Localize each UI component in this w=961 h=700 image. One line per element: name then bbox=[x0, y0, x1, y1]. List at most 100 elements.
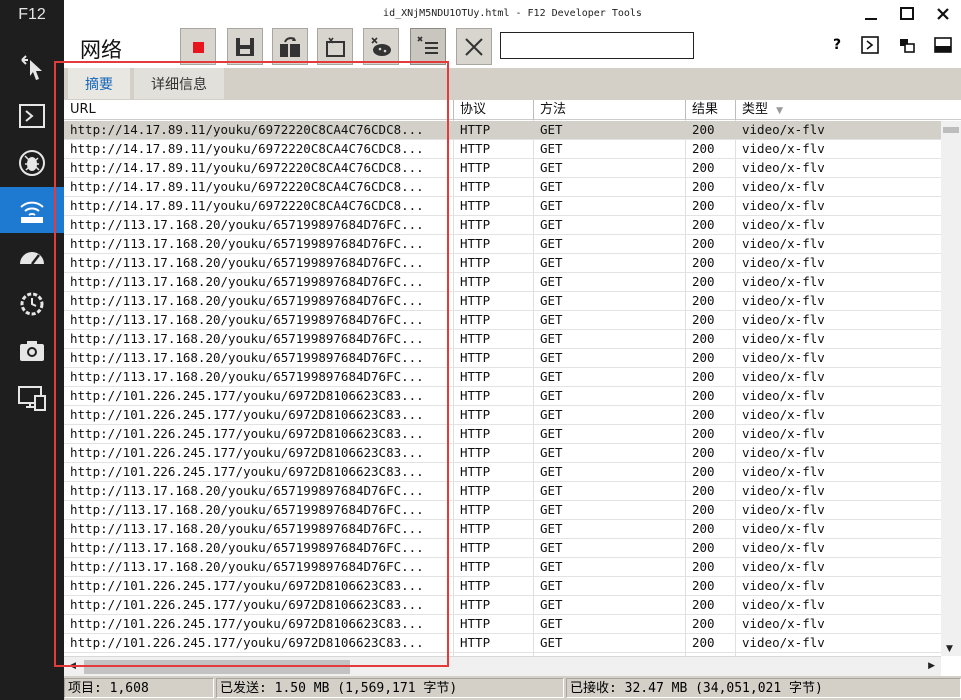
memory-tool[interactable] bbox=[0, 281, 64, 327]
table-row[interactable]: http://113.17.168.20/youku/657199897684D… bbox=[64, 368, 941, 387]
table-row[interactable]: http://113.17.168.20/youku/657199897684D… bbox=[64, 501, 941, 520]
table-row[interactable]: http://113.17.168.20/youku/657199897684D… bbox=[64, 254, 941, 273]
help-button[interactable]: ? bbox=[826, 34, 848, 56]
table-row[interactable]: http://113.17.168.20/youku/657199897684D… bbox=[64, 311, 941, 330]
cell-protocol: HTTP bbox=[460, 179, 491, 194]
column-header-type[interactable]: 类型 ▼ bbox=[736, 100, 941, 120]
cell-url: http://101.226.245.177/youku/6972D810662… bbox=[70, 407, 424, 422]
filter-input[interactable] bbox=[500, 32, 694, 59]
table-row[interactable]: http://113.17.168.20/youku/657199897684D… bbox=[64, 349, 941, 368]
table-row[interactable]: http://113.17.168.20/youku/657199897684D… bbox=[64, 330, 941, 349]
tab-summary[interactable]: 摘要 bbox=[68, 68, 130, 99]
table-row[interactable]: http://113.17.168.20/youku/657199897684D… bbox=[64, 292, 941, 311]
column-header-url[interactable]: URL bbox=[64, 100, 454, 120]
table-body: http://14.17.89.11/youku/6972220C8CA4C76… bbox=[64, 121, 941, 653]
minimize-button[interactable] bbox=[861, 4, 881, 24]
cell-result: 200 bbox=[692, 122, 715, 137]
cell-method: GET bbox=[540, 369, 563, 384]
horizontal-scroll-thumb[interactable] bbox=[84, 660, 350, 674]
tab-details[interactable]: 详细信息 bbox=[134, 68, 224, 99]
table-row[interactable]: http://101.226.245.177/youku/6972D810662… bbox=[64, 444, 941, 463]
cell-protocol: HTTP bbox=[460, 274, 491, 289]
scroll-right-arrow-icon[interactable]: ▶ bbox=[928, 661, 935, 671]
scroll-down-arrow-icon[interactable]: ▼ bbox=[946, 644, 953, 654]
table-row[interactable]: http://14.17.89.11/youku/6972220C8CA4C76… bbox=[64, 159, 941, 178]
table-row[interactable]: http://101.226.245.177/youku/6972D810662… bbox=[64, 425, 941, 444]
cell-result: 200 bbox=[692, 407, 715, 422]
cell-type: video/x-flv bbox=[742, 502, 825, 517]
table-row[interactable]: http://113.17.168.20/youku/657199897684D… bbox=[64, 520, 941, 539]
vertical-scroll-thumb[interactable] bbox=[943, 127, 959, 133]
cell-method: GET bbox=[540, 464, 563, 479]
cell-method: GET bbox=[540, 274, 563, 289]
always-refresh-button[interactable] bbox=[272, 28, 308, 65]
cell-protocol: HTTP bbox=[460, 597, 491, 612]
network-tool[interactable] bbox=[0, 187, 64, 233]
horizontal-scrollbar[interactable]: ◀ ▶ bbox=[64, 656, 941, 676]
stop-capture-button[interactable] bbox=[180, 28, 216, 65]
undock-button[interactable] bbox=[896, 34, 918, 56]
cell-method: GET bbox=[540, 217, 563, 232]
performance-tool[interactable] bbox=[0, 234, 64, 280]
display-icon bbox=[18, 386, 46, 411]
dock-bottom-icon bbox=[934, 37, 952, 53]
table-row[interactable]: http://101.226.245.177/youku/6972D810662… bbox=[64, 387, 941, 406]
emulation-tool[interactable] bbox=[0, 328, 64, 374]
cell-method: GET bbox=[540, 198, 563, 213]
console-toggle-button[interactable] bbox=[859, 34, 881, 56]
minimize-icon bbox=[865, 18, 877, 20]
table-row[interactable]: http://101.226.245.177/youku/6972D810662… bbox=[64, 577, 941, 596]
column-header-result[interactable]: 结果 bbox=[686, 100, 736, 120]
table-row[interactable]: http://113.17.168.20/youku/657199897684D… bbox=[64, 539, 941, 558]
table-row[interactable]: http://14.17.89.11/youku/6972220C8CA4C76… bbox=[64, 197, 941, 216]
cell-protocol: HTTP bbox=[460, 559, 491, 574]
clear-session-button[interactable] bbox=[456, 28, 492, 65]
table-row[interactable]: http://101.226.245.177/youku/6972D810662… bbox=[64, 596, 941, 615]
clear-entries-on-navigate-button[interactable] bbox=[410, 28, 446, 65]
cell-method: GET bbox=[540, 293, 563, 308]
export-button[interactable] bbox=[227, 28, 263, 65]
column-header-protocol[interactable]: 协议 bbox=[454, 100, 534, 120]
cell-url: http://101.226.245.177/youku/6972D810662… bbox=[70, 445, 424, 460]
cell-method: GET bbox=[540, 521, 563, 536]
table-row[interactable]: http://14.17.89.11/youku/6972220C8CA4C76… bbox=[64, 121, 941, 140]
table-row[interactable]: http://113.17.168.20/youku/657199897684D… bbox=[64, 558, 941, 577]
cell-type: video/x-flv bbox=[742, 217, 825, 232]
table-row[interactable]: http://101.226.245.177/youku/6972D810662… bbox=[64, 463, 941, 482]
vertical-scrollbar[interactable]: ▼ bbox=[941, 121, 961, 656]
console-tool[interactable] bbox=[0, 93, 64, 139]
clear-cookies-icon bbox=[371, 36, 391, 56]
debugger-tool[interactable] bbox=[0, 140, 64, 186]
cell-type: video/x-flv bbox=[742, 559, 825, 574]
cell-url: http://14.17.89.11/youku/6972220C8CA4C76… bbox=[70, 122, 424, 137]
cell-protocol: HTTP bbox=[460, 388, 491, 403]
table-row[interactable]: http://113.17.168.20/youku/657199897684D… bbox=[64, 482, 941, 501]
cell-method: GET bbox=[540, 312, 563, 327]
table-row[interactable]: http://101.226.245.177/youku/6972D810662… bbox=[64, 615, 941, 634]
console-icon bbox=[19, 104, 45, 128]
table-row[interactable]: http://14.17.89.11/youku/6972220C8CA4C76… bbox=[64, 178, 941, 197]
cell-result: 200 bbox=[692, 483, 715, 498]
cell-result: 200 bbox=[692, 217, 715, 232]
table-row[interactable]: http://101.226.245.177/youku/6972D810662… bbox=[64, 634, 941, 653]
clear-cache-button[interactable] bbox=[317, 28, 353, 65]
table-row[interactable]: http://14.17.89.11/youku/6972220C8CA4C76… bbox=[64, 140, 941, 159]
dom-explorer-tool[interactable] bbox=[0, 46, 64, 92]
cell-result: 200 bbox=[692, 597, 715, 612]
cell-protocol: HTTP bbox=[460, 198, 491, 213]
column-header-method[interactable]: 方法 bbox=[534, 100, 686, 120]
display-tool[interactable] bbox=[0, 375, 64, 421]
cell-result: 200 bbox=[692, 578, 715, 593]
table-row[interactable]: http://101.226.245.177/youku/6972D810662… bbox=[64, 406, 941, 425]
table-row[interactable]: http://113.17.168.20/youku/657199897684D… bbox=[64, 273, 941, 292]
dock-bottom-button[interactable] bbox=[932, 34, 954, 56]
scroll-left-arrow-icon[interactable]: ◀ bbox=[69, 661, 76, 671]
clear-cookies-button[interactable] bbox=[363, 28, 399, 65]
f12-label: F12 bbox=[18, 6, 46, 23]
cell-url: http://101.226.245.177/youku/6972D810662… bbox=[70, 388, 424, 403]
cell-protocol: HTTP bbox=[460, 445, 491, 460]
table-row[interactable]: http://113.17.168.20/youku/657199897684D… bbox=[64, 235, 941, 254]
close-window-button[interactable] bbox=[933, 4, 953, 24]
maximize-button[interactable] bbox=[897, 4, 917, 24]
table-row[interactable]: http://113.17.168.20/youku/657199897684D… bbox=[64, 216, 941, 235]
